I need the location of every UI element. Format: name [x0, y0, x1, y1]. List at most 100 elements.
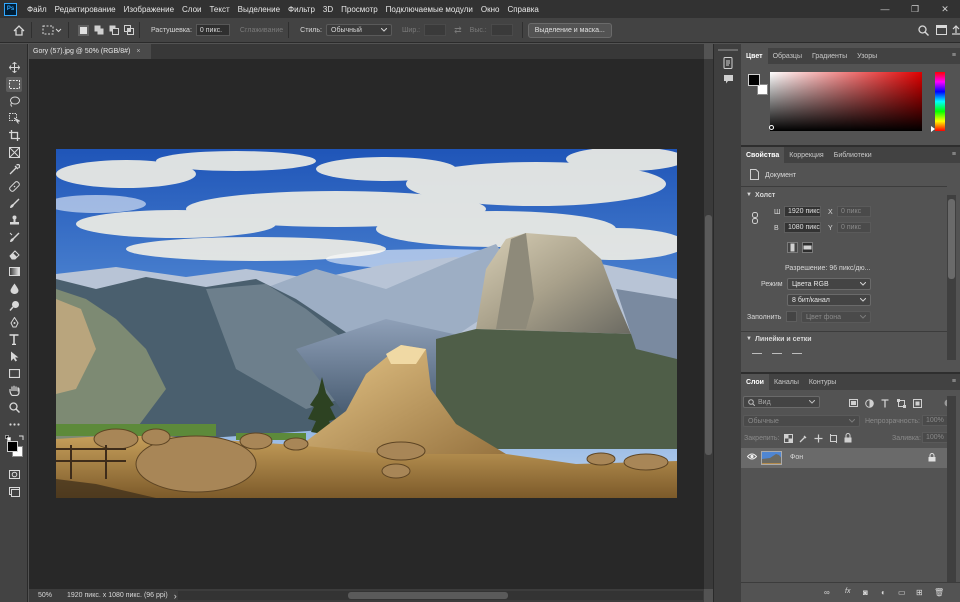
portrait-orientation-icon[interactable] [787, 242, 798, 253]
history-icon[interactable] [721, 57, 735, 69]
foreground-color-swatch[interactable] [7, 441, 18, 452]
tab-swatches[interactable]: Образцы [768, 48, 807, 64]
filter-smart-object-icon[interactable] [912, 398, 922, 408]
layers-scrollbar[interactable] [947, 396, 956, 582]
rulers-section-header[interactable]: Линейки и сетки [755, 336, 812, 343]
layer-visibility-eye-icon[interactable] [746, 453, 758, 462]
menu-image[interactable]: Изображение [120, 5, 178, 14]
zoom-tool-icon[interactable] [6, 400, 22, 415]
feather-input[interactable]: 0 пикс. [195, 24, 230, 36]
select-and-mask-button[interactable]: Выделение и маска... [527, 22, 612, 38]
search-icon[interactable] [916, 24, 930, 36]
menu-file[interactable]: Файл [23, 5, 51, 14]
tab-color[interactable]: Цвет [741, 48, 768, 64]
subtract-selection-icon[interactable] [108, 25, 119, 36]
lock-image-pixels-icon[interactable] [798, 433, 808, 443]
object-selection-tool-icon[interactable] [6, 111, 22, 126]
style-select[interactable]: Обычный [326, 24, 392, 36]
crop-tool-icon[interactable] [6, 128, 22, 143]
gradient-tool-icon[interactable] [6, 264, 22, 279]
adjustment-layer-icon[interactable]: ◐ [881, 588, 886, 597]
eraser-tool-icon[interactable] [6, 247, 22, 262]
menu-filter[interactable]: Фильтр [284, 5, 319, 14]
filter-type-icon[interactable] [880, 398, 890, 408]
status-menu-arrow[interactable]: › [174, 591, 177, 601]
add-selection-icon[interactable] [93, 25, 104, 36]
bit-depth-select[interactable]: 8 бит/канал [787, 294, 871, 306]
close-tab-icon[interactable]: × [136, 48, 140, 55]
rectangle-tool-icon[interactable] [6, 366, 22, 381]
blur-tool-icon[interactable] [6, 281, 22, 296]
frame-tool-icon[interactable] [6, 145, 22, 160]
blend-mode-select[interactable]: Обычные [743, 415, 860, 427]
filter-pixel-icon[interactable] [848, 398, 858, 408]
menu-type[interactable]: Текст [205, 5, 233, 14]
tab-channels[interactable]: Каналы [769, 374, 804, 390]
panel-menu-icon[interactable]: ≡ [952, 151, 956, 158]
new-selection-icon[interactable] [78, 24, 89, 36]
add-mask-icon[interactable]: ◙ [863, 588, 868, 597]
lock-all-icon[interactable] [843, 433, 853, 443]
canvas-y-input[interactable]: 0 пикс [837, 222, 871, 233]
history-brush-tool-icon[interactable] [6, 230, 22, 245]
screen-mode-icon[interactable] [6, 484, 22, 499]
tab-paths[interactable]: Контуры [804, 374, 841, 390]
link-dimensions-icon[interactable] [752, 212, 758, 224]
home-icon[interactable] [12, 24, 26, 36]
swap-icon[interactable]: ⇄ [454, 25, 462, 36]
delete-layer-icon[interactable]: 🗑 [934, 588, 944, 597]
canvas-collapse-icon[interactable]: ▼ [746, 192, 752, 198]
lock-transparent-pixels-icon[interactable] [783, 433, 793, 443]
color-swatches[interactable] [5, 435, 25, 457]
menu-select[interactable]: Выделение [234, 5, 284, 14]
brush-tool-icon[interactable] [6, 196, 22, 211]
lock-artboard-icon[interactable] [828, 433, 838, 443]
tab-patterns[interactable]: Узоры [852, 48, 882, 64]
maximize-button[interactable]: ❐ [900, 0, 930, 18]
minimize-button[interactable]: — [870, 0, 900, 18]
layer-lock-icon[interactable] [928, 453, 936, 464]
canvas-width-input[interactable]: 1920 пикс [784, 206, 821, 217]
color-fg-swatch[interactable] [748, 74, 760, 86]
tab-adjustments[interactable]: Коррекция [784, 147, 828, 163]
more-tools-icon[interactable] [6, 417, 22, 432]
comments-icon[interactable] [721, 73, 735, 85]
canvas-section-header[interactable]: Холст [755, 192, 775, 199]
layer-filter-select[interactable]: Вид [743, 396, 820, 408]
clone-stamp-tool-icon[interactable] [6, 213, 22, 228]
landscape-photo[interactable] [56, 149, 677, 498]
close-window-button[interactable]: ✕ [930, 0, 960, 18]
canvas-height-input[interactable]: 1080 пикс [784, 222, 821, 233]
document-tab[interactable]: Gory (57).jpg @ 50% (RGB/8#) × [29, 44, 151, 59]
filter-adjustment-icon[interactable] [864, 398, 874, 408]
swap-colors-icon[interactable] [18, 435, 25, 441]
properties-scrollbar-thumb[interactable] [948, 199, 955, 279]
healing-brush-tool-icon[interactable] [6, 179, 22, 194]
pen-tool-icon[interactable] [6, 315, 22, 330]
canvas-x-input[interactable]: 0 пикс [837, 206, 871, 217]
share-icon[interactable] [950, 25, 960, 36]
tab-libraries[interactable]: Библиотеки [829, 147, 877, 163]
path-selection-tool-icon[interactable] [6, 349, 22, 364]
hue-slider-handle[interactable] [931, 126, 935, 132]
landscape-orientation-icon[interactable] [802, 242, 813, 253]
rectangular-marquee-tool-icon[interactable] [6, 77, 22, 92]
new-layer-icon[interactable]: ⊞ [916, 588, 923, 597]
move-tool-icon[interactable] [6, 60, 22, 75]
hand-tool-icon[interactable] [6, 383, 22, 398]
color-mode-select[interactable]: Цвета RGB [787, 278, 871, 290]
workspace-icon[interactable] [934, 25, 948, 36]
menu-window[interactable]: Окно [477, 5, 504, 14]
menu-3d[interactable]: 3D [319, 5, 337, 14]
rulers-collapse-icon[interactable]: ▼ [746, 336, 752, 342]
photoshop-logo[interactable]: Ps [4, 2, 17, 16]
hue-slider[interactable] [935, 72, 945, 131]
fill-select[interactable]: Цвет фона [801, 311, 871, 323]
menu-view[interactable]: Просмотр [337, 5, 382, 14]
link-layers-icon[interactable]: ∞ [824, 588, 830, 597]
lasso-tool-icon[interactable] [6, 94, 22, 109]
menu-plugins[interactable]: Подключаемые модули [382, 5, 477, 14]
marquee-preset-icon[interactable] [41, 25, 63, 36]
new-group-icon[interactable]: ▭ [898, 588, 906, 597]
horizontal-scrollbar-thumb[interactable] [348, 592, 508, 599]
